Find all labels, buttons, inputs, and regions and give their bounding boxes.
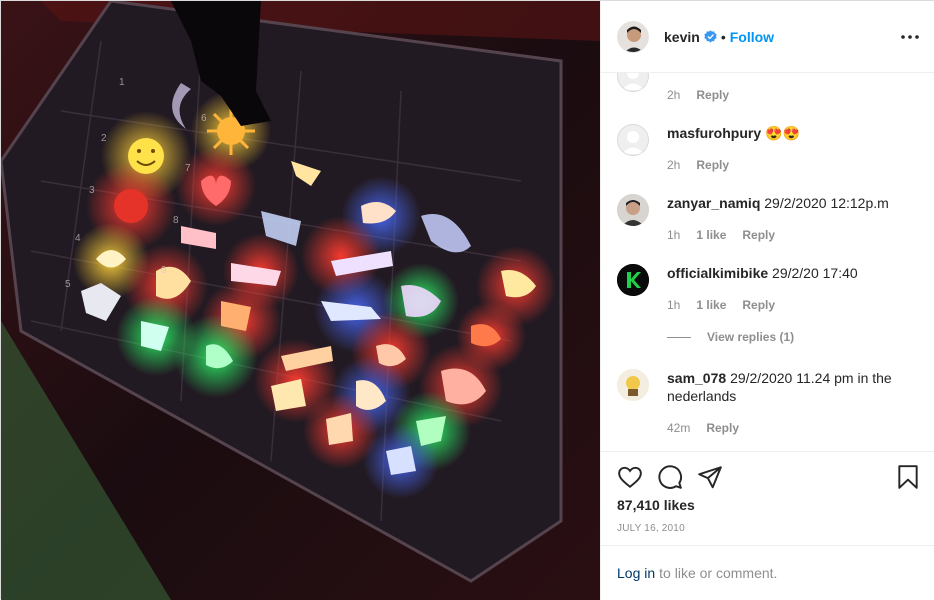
svg-text:7: 7 bbox=[185, 163, 191, 174]
svg-text:9: 9 bbox=[161, 265, 167, 276]
comment-meta: 42m Reply bbox=[667, 421, 739, 435]
heart-icon[interactable] bbox=[617, 464, 643, 490]
comment-body: sam_078 29/2/2020 11.24 pm in the nederl… bbox=[667, 369, 922, 405]
post-date[interactable]: JULY 16, 2010 bbox=[617, 523, 685, 534]
comment-time[interactable]: 42m bbox=[667, 421, 690, 435]
comment-body: zanyar_namiq 29/2/2020 12:12p.m bbox=[667, 194, 922, 212]
comment-meta: 1h 1 like Reply bbox=[667, 228, 775, 242]
replies-divider-line bbox=[667, 336, 691, 338]
reply-button[interactable]: Reply bbox=[696, 158, 729, 172]
comment-text: 29/2/2020 12:12p.m bbox=[764, 195, 889, 211]
follow-button[interactable]: Follow bbox=[730, 29, 774, 45]
commenter-photo bbox=[617, 369, 649, 401]
comment-time[interactable]: 1h bbox=[667, 228, 680, 242]
comment-time[interactable]: 2h bbox=[667, 88, 680, 102]
author-avatar-image bbox=[618, 21, 648, 52]
comment-username[interactable]: sam_078 bbox=[667, 370, 726, 386]
commenter-avatar[interactable] bbox=[617, 73, 649, 92]
likes-count[interactable]: 87,410 likes bbox=[617, 497, 695, 513]
comment-meta: 2h Reply bbox=[667, 158, 729, 172]
comment-meta: 1h 1 like Reply bbox=[667, 298, 775, 312]
comment-body: officialkimibike 29/2/20 17:40 bbox=[667, 264, 922, 282]
commenter-avatar[interactable] bbox=[617, 124, 649, 156]
comment-body: masfurohpury 😍😍 bbox=[667, 124, 922, 142]
comment-text: 29/2/20 17:40 bbox=[772, 265, 858, 281]
commenter-avatar[interactable] bbox=[617, 194, 649, 226]
post-header: kevin • Follow bbox=[601, 1, 934, 73]
svg-text:5: 5 bbox=[65, 279, 71, 290]
instagram-post: 1 2 3 4 5 6 7 8 9 kevin • Follow 2h Reply masf… bbox=[0, 0, 934, 600]
svg-text:1: 1 bbox=[119, 77, 125, 88]
comment-username[interactable]: zanyar_namiq bbox=[667, 195, 760, 211]
svg-text:3: 3 bbox=[89, 185, 95, 196]
comments-list[interactable]: 2h Reply masfurohpury 😍😍 2h Reply zanyar… bbox=[601, 73, 934, 451]
comment-username[interactable]: masfurohpury bbox=[667, 125, 761, 141]
post-side-panel: kevin • Follow 2h Reply masfurohpury 😍😍 … bbox=[600, 1, 934, 600]
comment-time[interactable]: 1h bbox=[667, 298, 680, 312]
verified-badge-icon bbox=[704, 30, 717, 43]
default-avatar-icon bbox=[617, 124, 649, 156]
separator-dot: • bbox=[720, 28, 726, 45]
reply-button[interactable]: Reply bbox=[742, 228, 775, 242]
light-box-image: 1 2 3 4 5 6 7 8 9 bbox=[1, 1, 600, 600]
login-prompt-text: to like or comment. bbox=[659, 565, 778, 581]
reply-button[interactable]: Reply bbox=[696, 88, 729, 102]
svg-text:2: 2 bbox=[101, 133, 107, 144]
commenter-avatar[interactable] bbox=[617, 264, 649, 296]
kimibike-logo-icon bbox=[617, 264, 649, 296]
view-replies-label: View replies (1) bbox=[707, 330, 795, 344]
comment-time[interactable]: 2h bbox=[667, 158, 680, 172]
author-avatar[interactable] bbox=[617, 20, 649, 53]
login-link[interactable]: Log in bbox=[617, 565, 655, 581]
comment-username[interactable]: officialkimibike bbox=[667, 265, 768, 281]
default-avatar-icon bbox=[617, 73, 649, 92]
bookmark-icon[interactable] bbox=[895, 464, 921, 490]
comment-likes[interactable]: 1 like bbox=[696, 228, 726, 242]
reply-button[interactable]: Reply bbox=[706, 421, 739, 435]
paper-plane-icon[interactable] bbox=[697, 464, 723, 490]
comment-likes[interactable]: 1 like bbox=[696, 298, 726, 312]
post-actions: 87,410 likes JULY 16, 2010 bbox=[601, 451, 934, 545]
comment-icon[interactable] bbox=[657, 464, 683, 490]
comment-meta: 2h Reply bbox=[667, 88, 729, 102]
post-photo[interactable]: 1 2 3 4 5 6 7 8 9 bbox=[1, 1, 600, 600]
view-replies-button[interactable]: View replies (1) bbox=[667, 330, 794, 344]
author-username[interactable]: kevin bbox=[664, 29, 700, 45]
svg-text:8: 8 bbox=[173, 215, 179, 226]
comment-text: 😍😍 bbox=[765, 125, 800, 141]
commenter-photo bbox=[617, 194, 649, 226]
reply-button[interactable]: Reply bbox=[742, 298, 775, 312]
svg-text:6: 6 bbox=[201, 113, 207, 124]
login-prompt: Log in to like or comment. bbox=[601, 545, 934, 600]
svg-text:4: 4 bbox=[75, 233, 81, 244]
more-options-icon[interactable] bbox=[900, 27, 920, 47]
commenter-avatar[interactable] bbox=[617, 369, 649, 401]
